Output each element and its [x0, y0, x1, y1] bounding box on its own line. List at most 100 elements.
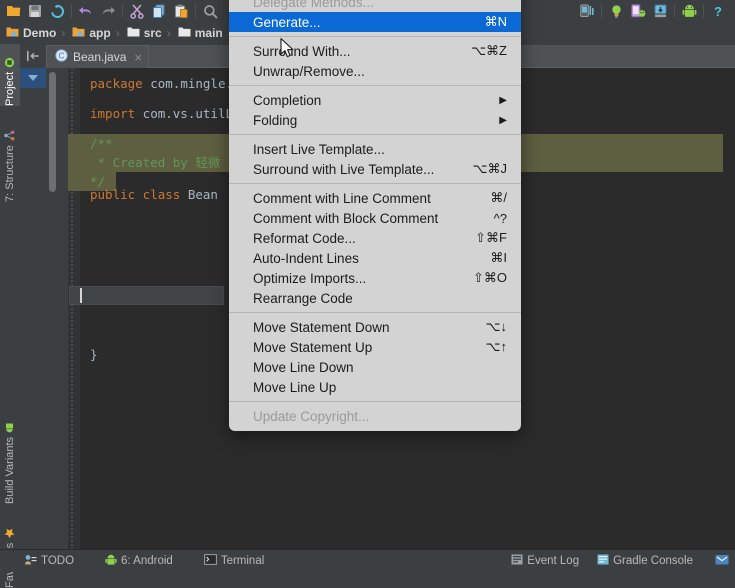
menu-item-label: Move Line Down: [253, 359, 354, 375]
search-icon[interactable]: [199, 1, 221, 21]
paste-icon[interactable]: [170, 1, 192, 21]
project-panel: [20, 68, 69, 549]
chevron-right-icon: ▶: [499, 94, 507, 106]
menu-item-label: Surround With...: [253, 43, 351, 59]
menu-item-completion[interactable]: Completion ▶: [229, 90, 521, 110]
code-token: import: [90, 106, 136, 121]
breadcrumb-item[interactable]: src: [121, 22, 166, 44]
menu-item-label: Comment with Line Comment: [253, 190, 431, 206]
structure-icon: [4, 130, 16, 141]
folder-icon: [127, 26, 140, 41]
menu-item-update-copyright: Update Copyright...: [229, 406, 521, 426]
cut-icon[interactable]: [126, 1, 148, 21]
chevron-right-icon: ▶: [499, 114, 507, 126]
menu-item-comment-with-line-comment[interactable]: Comment with Line Comment ⌘/: [229, 188, 521, 208]
code-token: * Created by 轻微 on: [90, 155, 251, 170]
sidebar-item-structure[interactable]: 7: Structure: [0, 112, 20, 202]
status-item-todo[interactable]: TODO: [0, 554, 83, 569]
menu-item-label: Move Line Up: [253, 379, 337, 395]
device-monitor-icon[interactable]: [627, 1, 649, 21]
lint-icon[interactable]: [605, 1, 627, 21]
collapse-all-icon[interactable]: [20, 44, 46, 68]
menu-item-generate[interactable]: Generate... ⌘N: [229, 12, 521, 32]
status-item-label: TODO: [41, 555, 75, 567]
project-icon: [4, 57, 16, 68]
menu-item-reformat-code[interactable]: Reformat Code... ⇧⌘F: [229, 228, 521, 248]
status-item-event-log[interactable]: Event Log: [502, 554, 588, 568]
toolbar-left-group: [0, 0, 223, 22]
status-item-label: Terminal: [220, 555, 265, 567]
menu-item-shortcut: ⌥⌘J: [472, 161, 507, 176]
toolbar-divider: [71, 4, 72, 18]
avd-manager-icon[interactable]: [576, 1, 598, 21]
toolbar-divider: [195, 4, 196, 18]
ide-window: ? Demo › app › src › main Project 7: Str…: [0, 0, 735, 588]
copy-icon[interactable]: [148, 1, 170, 21]
code-line: }: [90, 345, 98, 364]
android-icon: [105, 554, 117, 569]
android-icon[interactable]: [678, 1, 700, 21]
menu-item-folding[interactable]: Folding ▶: [229, 110, 521, 130]
sidebar-item-label: Project: [4, 71, 16, 106]
context-menu[interactable]: Implement Methods...Delegate Methods...G…: [229, 0, 521, 431]
menu-item-surround-with[interactable]: Surround With... ⌥⌘Z: [229, 41, 521, 61]
menu-separator: [229, 183, 521, 184]
status-item-label: Event Log: [527, 555, 580, 567]
toolbar-divider: [703, 4, 704, 18]
menu-item-label: Generate...: [253, 14, 321, 30]
menu-separator: [229, 85, 521, 86]
sidebar-item-project[interactable]: Project: [0, 44, 20, 106]
menu-item-comment-with-block-comment[interactable]: Comment with Block Comment ^?: [229, 208, 521, 228]
undo-icon[interactable]: [75, 1, 97, 21]
left-tool-strip: Project 7: Structure Build Variants Favo…: [0, 44, 21, 588]
menu-item-shortcut: ⌥⌘Z: [471, 43, 507, 58]
save-all-icon[interactable]: [24, 1, 46, 21]
status-item-label: 6: Android: [121, 555, 173, 567]
menu-item-move-line-down[interactable]: Move Line Down: [229, 357, 521, 377]
close-icon[interactable]: ×: [134, 50, 142, 65]
menu-item-label: Folding: [253, 112, 298, 128]
menu-item-unwrap-remove[interactable]: Unwrap/Remove...: [229, 61, 521, 81]
menu-item-auto-indent-lines[interactable]: Auto-Indent Lines ⌘I: [229, 248, 521, 268]
redo-icon[interactable]: [97, 1, 119, 21]
build-variants-icon: [4, 422, 16, 433]
menu-separator: [229, 36, 521, 37]
breadcrumb-label: app: [89, 26, 111, 40]
menu-item-rearrange-code[interactable]: Rearrange Code: [229, 288, 521, 308]
menu-item-label: Move Statement Up: [253, 339, 373, 355]
menu-item-move-line-up[interactable]: Move Line Up: [229, 377, 521, 397]
menu-item-insert-live-template[interactable]: Insert Live Template...: [229, 139, 521, 159]
status-item-notifications[interactable]: [715, 554, 735, 569]
project-expand-icon[interactable]: [20, 68, 46, 88]
project-scrollbar[interactable]: [49, 72, 56, 192]
toolbar-divider: [601, 4, 602, 18]
menu-item-label: Move Statement Down: [253, 319, 390, 335]
menu-item-surround-with-live-template[interactable]: Surround with Live Template... ⌥⌘J: [229, 159, 521, 179]
menu-item-shortcut: ⌘/: [490, 190, 507, 205]
sidebar-item-build-variants[interactable]: Build Variants: [0, 399, 20, 504]
status-item-android[interactable]: 6: Android: [83, 554, 182, 569]
menu-item-shortcut: ⌥↓: [485, 319, 507, 334]
breadcrumb-item[interactable]: main: [172, 22, 227, 44]
menu-item-move-statement-up[interactable]: Move Statement Up ⌥↑: [229, 337, 521, 357]
menu-separator: [229, 401, 521, 402]
menu-item-move-statement-down[interactable]: Move Statement Down ⌥↓: [229, 317, 521, 337]
status-item-terminal[interactable]: Terminal: [182, 554, 273, 568]
menu-item-shortcut: ⇧⌘O: [472, 270, 507, 285]
status-item-gradle-console[interactable]: Gradle Console: [588, 554, 715, 568]
open-folder-icon[interactable]: [2, 1, 24, 21]
editor-tab-bean-java[interactable]: C Bean.java ×: [46, 45, 149, 68]
menu-item-label: Surround with Live Template...: [253, 161, 435, 177]
event-log-icon: [511, 554, 523, 568]
help-icon[interactable]: ?: [707, 1, 729, 21]
menu-item-optimize-imports[interactable]: Optimize Imports... ⇧⌘O: [229, 268, 521, 288]
menu-item-label: Optimize Imports...: [253, 270, 367, 286]
sync-icon[interactable]: [46, 1, 68, 21]
breadcrumb-item[interactable]: Demo: [0, 22, 60, 44]
svg-text:?: ?: [714, 4, 722, 19]
menu-item-shortcut: ⌘I: [490, 250, 507, 265]
sdk-manager-icon[interactable]: [649, 1, 671, 21]
sidebar-item-label: Build Variants: [4, 436, 16, 504]
breadcrumb-item[interactable]: app: [66, 22, 114, 44]
module-folder-icon: [6, 26, 19, 41]
